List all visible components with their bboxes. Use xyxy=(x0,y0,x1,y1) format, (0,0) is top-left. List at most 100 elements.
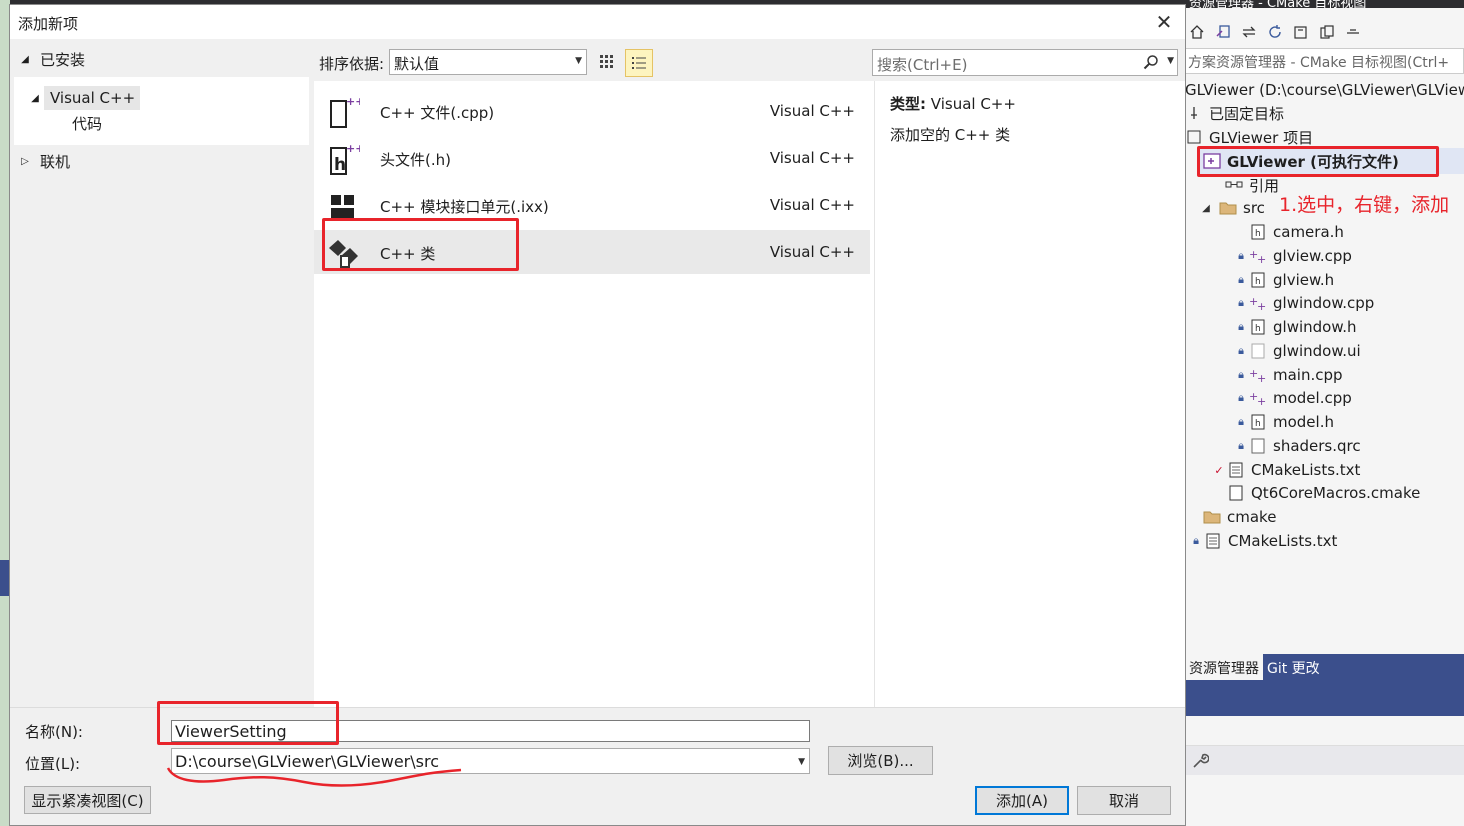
tree-item-label: model.cpp xyxy=(1273,389,1352,407)
file-icon xyxy=(1227,484,1245,502)
header-file-icon: h xyxy=(1249,223,1267,241)
properties-header xyxy=(1185,680,1464,716)
tree-item-label: glwindow.ui xyxy=(1273,342,1361,360)
svg-text:++: ++ xyxy=(346,142,360,155)
template-list: ++ C++ 文件(.cpp) Visual C++ h ++ 头文件(.h) V… xyxy=(314,81,874,707)
collapse-all-icon[interactable] xyxy=(1291,22,1311,42)
tree-item-folder[interactable]: cmake xyxy=(1203,505,1276,529)
lock-icon: 🔒︎ xyxy=(1238,344,1244,357)
expand-arrow-icon[interactable]: ◢ xyxy=(18,54,32,65)
refresh-icon[interactable] xyxy=(1265,22,1285,42)
tree-item-label: src xyxy=(1243,199,1265,217)
template-cpp-file[interactable]: ++ C++ 文件(.cpp) Visual C++ xyxy=(314,89,870,133)
tree-item-file[interactable]: 🔒︎ CMakeLists.txt xyxy=(1190,529,1337,553)
category-label: 已安装 xyxy=(40,50,86,69)
tree-item-src[interactable]: ◢ src xyxy=(1199,196,1265,220)
switch-views-icon[interactable] xyxy=(1213,22,1233,42)
svg-text:++: ++ xyxy=(346,95,360,108)
home-icon[interactable] xyxy=(1187,22,1207,42)
grid-view-button[interactable] xyxy=(596,51,618,73)
lock-icon: 🔒︎ xyxy=(1238,320,1244,333)
category-installed[interactable]: ◢ 已安装 xyxy=(18,47,85,71)
search-placeholder: 搜索(Ctrl+E) xyxy=(877,56,968,74)
project-icon xyxy=(1185,128,1203,146)
tree-item-file[interactable]: 🔒︎ + + glwindow.cpp xyxy=(1235,291,1374,315)
tree-item-label: CMakeLists.txt xyxy=(1251,461,1361,479)
template-name: 头文件(.h) xyxy=(380,151,451,169)
tree-item-file[interactable]: 🔒︎ + + main.cpp xyxy=(1235,363,1342,387)
tree-item-file[interactable]: 🔒︎ glwindow.ui xyxy=(1235,339,1361,363)
chevron-down-icon[interactable]: ▼ xyxy=(1167,56,1174,66)
tree-item-file[interactable]: ✓ CMakeLists.txt xyxy=(1213,458,1360,482)
tab-solution-explorer[interactable]: 资源管理器 xyxy=(1185,654,1263,680)
compact-view-button[interactable]: 显示紧凑视图(C) xyxy=(24,786,151,814)
tree-item-file[interactable]: Qt6CoreMacros.cmake xyxy=(1227,481,1420,505)
collapse-arrow-icon[interactable]: ◢ xyxy=(1199,203,1213,214)
expand-arrow-icon[interactable]: ◢ xyxy=(28,93,42,104)
add-button[interactable]: 添加(A) xyxy=(975,786,1069,815)
solution-explorer-toolbar xyxy=(1185,18,1464,46)
tree-item-file[interactable]: 🔒︎ h model.h xyxy=(1235,410,1334,434)
header-file-icon: h xyxy=(1249,413,1267,431)
template-language: Visual C++ xyxy=(769,243,855,261)
category-label: 联机 xyxy=(40,152,71,171)
tree-item-file[interactable]: 🔒︎ h glview.h xyxy=(1235,268,1334,292)
wrench-icon[interactable] xyxy=(1191,752,1210,774)
tree-item-label: shaders.qrc xyxy=(1273,437,1361,455)
properties-icon[interactable] xyxy=(1343,22,1363,42)
tree-item-label: 已固定目标 xyxy=(1209,104,1285,123)
template-name: C++ 模块接口单元(.ixx) xyxy=(380,198,549,216)
tree-item-root[interactable]: GLViewer (D:\course\GLViewer\GLViewer) xyxy=(1185,78,1464,102)
category-visual-cpp[interactable]: ◢ Visual C++ xyxy=(28,86,135,110)
svg-text:+: + xyxy=(1257,253,1266,264)
category-online[interactable]: ▷ 联机 xyxy=(18,149,70,173)
sort-dropdown[interactable]: 默认值 ▼ xyxy=(389,49,587,75)
template-header-file[interactable]: h ++ 头文件(.h) Visual C++ xyxy=(314,136,870,180)
template-language: Visual C++ xyxy=(769,102,855,120)
tree-item-pinned[interactable]: 已固定目标 xyxy=(1185,101,1284,125)
tree-item-file[interactable]: 🔒︎ + + model.cpp xyxy=(1235,386,1352,410)
list-view-icon xyxy=(632,57,646,69)
type-value: Visual C++ xyxy=(930,95,1016,113)
template-name: C++ 文件(.cpp) xyxy=(380,104,495,122)
header-file-icon: h xyxy=(1249,318,1267,336)
solution-explorer-search[interactable]: 方案资源管理器 - CMake 目标视图(Ctrl+ xyxy=(1185,48,1464,74)
properties-toolbar xyxy=(1185,745,1464,775)
tree-item-label: model.h xyxy=(1273,413,1334,431)
category-code[interactable]: 代码 xyxy=(72,111,102,135)
solution-explorer-title: 资源管理器 - CMake 目标视图 xyxy=(1185,0,1464,8)
lock-icon: 🔒︎ xyxy=(1238,368,1244,381)
annotation-text: 1.选中，右键，添加 xyxy=(1279,194,1450,216)
tree-item-file[interactable]: 🔒︎ h glwindow.h xyxy=(1235,315,1357,339)
collapsed-arrow-icon[interactable]: ▷ xyxy=(18,156,32,167)
tree-item-label: camera.h xyxy=(1273,223,1344,241)
sync-icon[interactable] xyxy=(1239,22,1259,42)
solution-explorer: 资源管理器 - CMake 目标视图 方案资源管理器 - CMake 目标视图(… xyxy=(1185,0,1464,826)
tab-git-changes[interactable]: Git 更改 xyxy=(1263,654,1324,680)
tree-item-label: glwindow.h xyxy=(1273,318,1357,336)
tree-item-label: glwindow.cpp xyxy=(1273,294,1375,312)
tree-item-label: CMakeLists.txt xyxy=(1228,532,1338,550)
close-button[interactable]: ✕ xyxy=(1153,11,1175,33)
cpp-file-icon: + + xyxy=(1249,366,1267,384)
annotation-box-executable xyxy=(1197,146,1439,177)
svg-text:h: h xyxy=(1255,229,1261,239)
tree-item-label: glview.h xyxy=(1273,271,1335,289)
tree-item-file[interactable]: 🔒︎ shaders.qrc xyxy=(1235,434,1361,458)
search-icon[interactable] xyxy=(1143,54,1159,74)
annotation-box-name xyxy=(157,701,339,745)
lock-icon: 🔒︎ xyxy=(1238,249,1244,262)
description-text: 添加空的 C++ 类 xyxy=(890,126,1011,144)
template-search-input[interactable]: 搜索(Ctrl+E) ▼ xyxy=(872,49,1178,76)
browse-button[interactable]: 浏览(B)... xyxy=(828,746,933,775)
cancel-button[interactable]: 取消 xyxy=(1077,786,1171,815)
tree-item-label: 引用 xyxy=(1249,176,1280,195)
lock-icon: 🔒︎ xyxy=(1238,415,1244,428)
category-tree: ◢ 已安装 ◢ Visual C++ 代码 ▷ 联机 xyxy=(10,45,309,707)
show-all-files-icon[interactable] xyxy=(1317,22,1337,42)
tree-item-file[interactable]: 🔒︎ + + glview.cpp xyxy=(1235,244,1352,268)
lock-icon: 🔒︎ xyxy=(1193,534,1199,547)
tree-item-file[interactable]: h camera.h xyxy=(1249,220,1344,244)
list-view-button[interactable] xyxy=(625,49,653,77)
text-file-icon xyxy=(1204,532,1222,550)
